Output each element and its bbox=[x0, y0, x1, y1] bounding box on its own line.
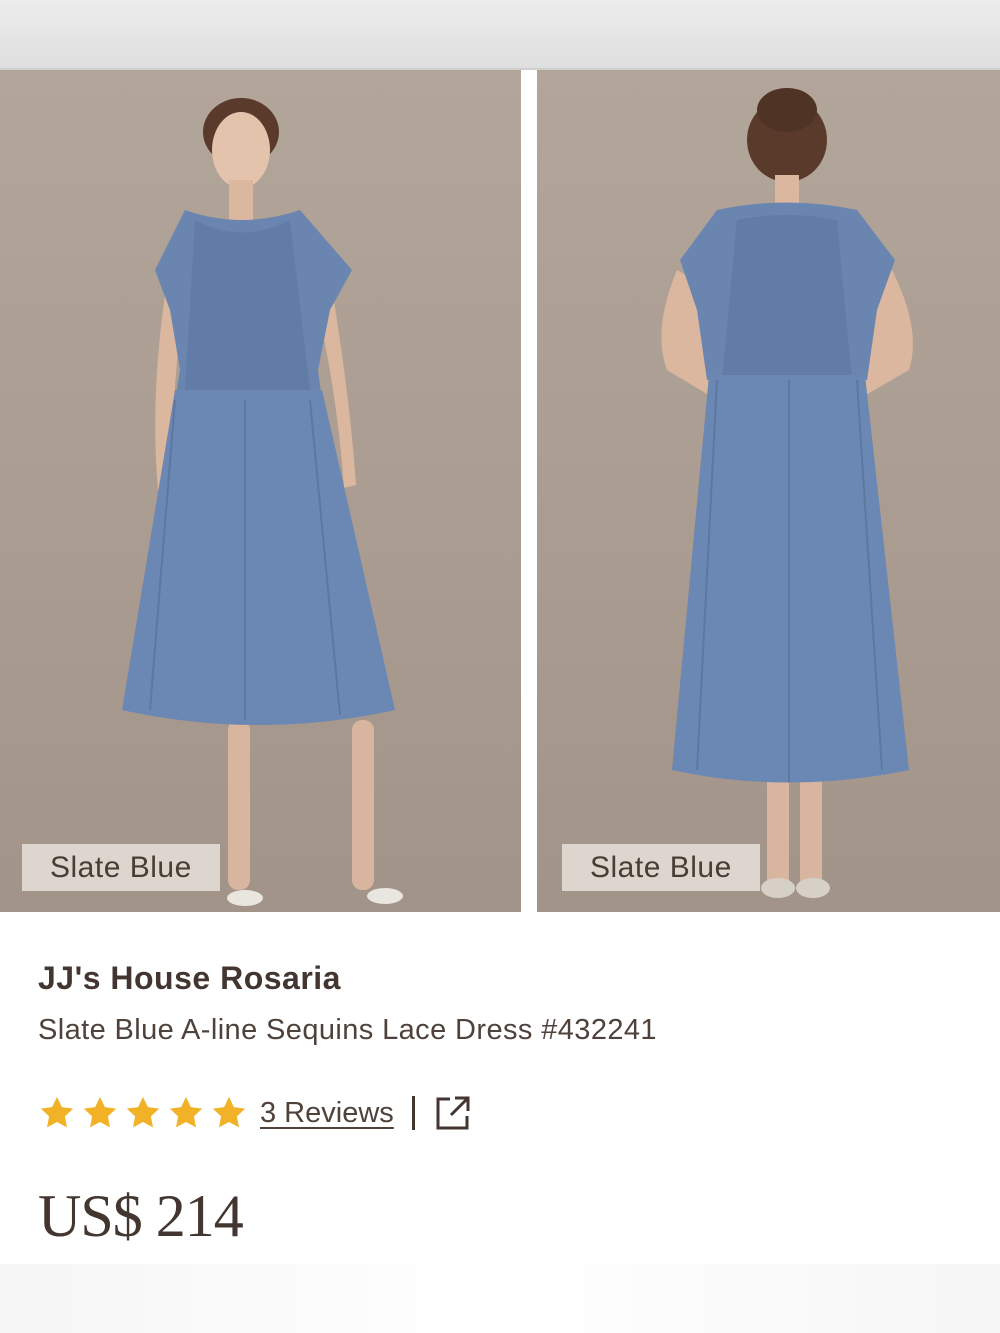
product-brand: JJ's House Rosaria bbox=[38, 960, 341, 996]
color-label: Slate Blue bbox=[562, 844, 760, 891]
color-label: Slate Blue bbox=[22, 844, 220, 891]
product-image-front[interactable]: Slate Blue bbox=[0, 70, 521, 912]
star-icon bbox=[169, 1096, 203, 1128]
top-bar bbox=[0, 0, 1000, 70]
product-price: US$ 214 bbox=[38, 1183, 244, 1249]
star-rating bbox=[38, 1094, 248, 1132]
star-icon bbox=[212, 1096, 246, 1128]
bottom-area bbox=[0, 1264, 1000, 1333]
separator bbox=[411, 1096, 415, 1130]
star-icon bbox=[83, 1096, 117, 1128]
dress-back-illustration bbox=[661, 88, 913, 898]
product-gallery[interactable]: Slate Blue Slate Blue bbox=[0, 70, 1000, 912]
product-image-back[interactable]: Slate Blue bbox=[537, 70, 1000, 912]
star-icon bbox=[40, 1096, 74, 1128]
product-title: Slate Blue A-line Sequins Lace Dress #43… bbox=[38, 1014, 657, 1046]
star-icon bbox=[126, 1096, 160, 1128]
product-info: JJ's House Rosaria Slate Blue A-line Seq… bbox=[0, 912, 1000, 1264]
dress-front-illustration bbox=[122, 98, 403, 906]
share-external-icon[interactable] bbox=[433, 1093, 473, 1133]
reviews-link[interactable]: 3 Reviews bbox=[260, 1097, 394, 1130]
rating-row: 3 Reviews bbox=[38, 1092, 473, 1134]
